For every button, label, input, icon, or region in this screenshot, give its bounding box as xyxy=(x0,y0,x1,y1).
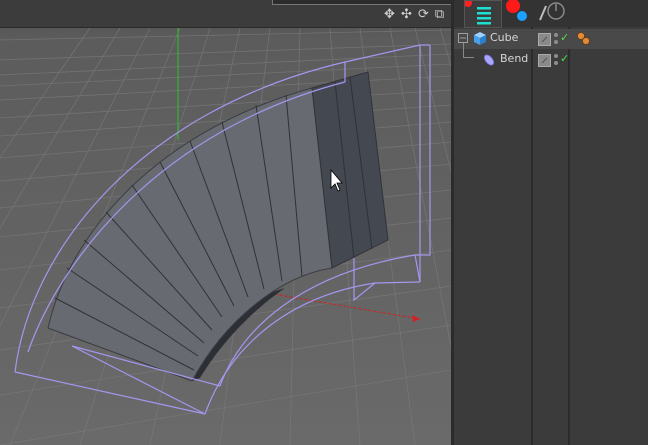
object-manager: Cube ✓ Bend ✓ xyxy=(454,0,648,445)
properties-tab-icon xyxy=(539,2,565,21)
phong-tag-icon[interactable] xyxy=(576,31,592,47)
hierarchy-line xyxy=(463,43,474,58)
3d-viewport[interactable]: ✥ ✣ ⟳ ⧉ xyxy=(0,0,451,445)
collapse-toggle-icon[interactable] xyxy=(458,33,468,43)
objects-tab-icon xyxy=(464,0,491,25)
zoom-view-icon[interactable]: ✣ xyxy=(399,7,414,22)
object-row-cube[interactable]: Cube ✓ xyxy=(454,29,648,49)
rotate-view-icon[interactable]: ⟳ xyxy=(416,7,431,22)
layers-tab-icon xyxy=(506,0,527,21)
properties-tab[interactable] xyxy=(534,0,570,26)
x-axis-arrow xyxy=(412,315,420,322)
bend-deformer-icon xyxy=(483,54,495,66)
cube-icon xyxy=(474,32,486,45)
layer-color-swatch[interactable] xyxy=(538,33,551,46)
scene-render xyxy=(0,27,451,445)
viewport-toolbar: ✥ ✣ ⟳ ⧉ xyxy=(0,0,451,28)
column-separator xyxy=(531,27,533,445)
maximize-view-icon[interactable]: ⧉ xyxy=(432,7,447,22)
object-manager-tabs xyxy=(454,0,648,28)
enabled-check-icon[interactable]: ✓ xyxy=(560,52,569,65)
visibility-toggle-icon[interactable] xyxy=(554,54,559,66)
visibility-toggle-icon[interactable] xyxy=(554,33,559,45)
objects-tab[interactable] xyxy=(464,0,502,28)
column-separator xyxy=(568,27,570,445)
layers-tab[interactable] xyxy=(501,0,531,26)
viewport-menu-strip xyxy=(272,0,451,5)
move-view-icon[interactable]: ✥ xyxy=(382,7,397,22)
object-name-bend[interactable]: Bend xyxy=(500,52,528,65)
layer-color-swatch[interactable] xyxy=(538,54,551,67)
enabled-check-icon[interactable]: ✓ xyxy=(560,31,569,44)
object-row-bend[interactable]: Bend ✓ xyxy=(454,43,648,70)
object-name-cube[interactable]: Cube xyxy=(490,31,518,44)
